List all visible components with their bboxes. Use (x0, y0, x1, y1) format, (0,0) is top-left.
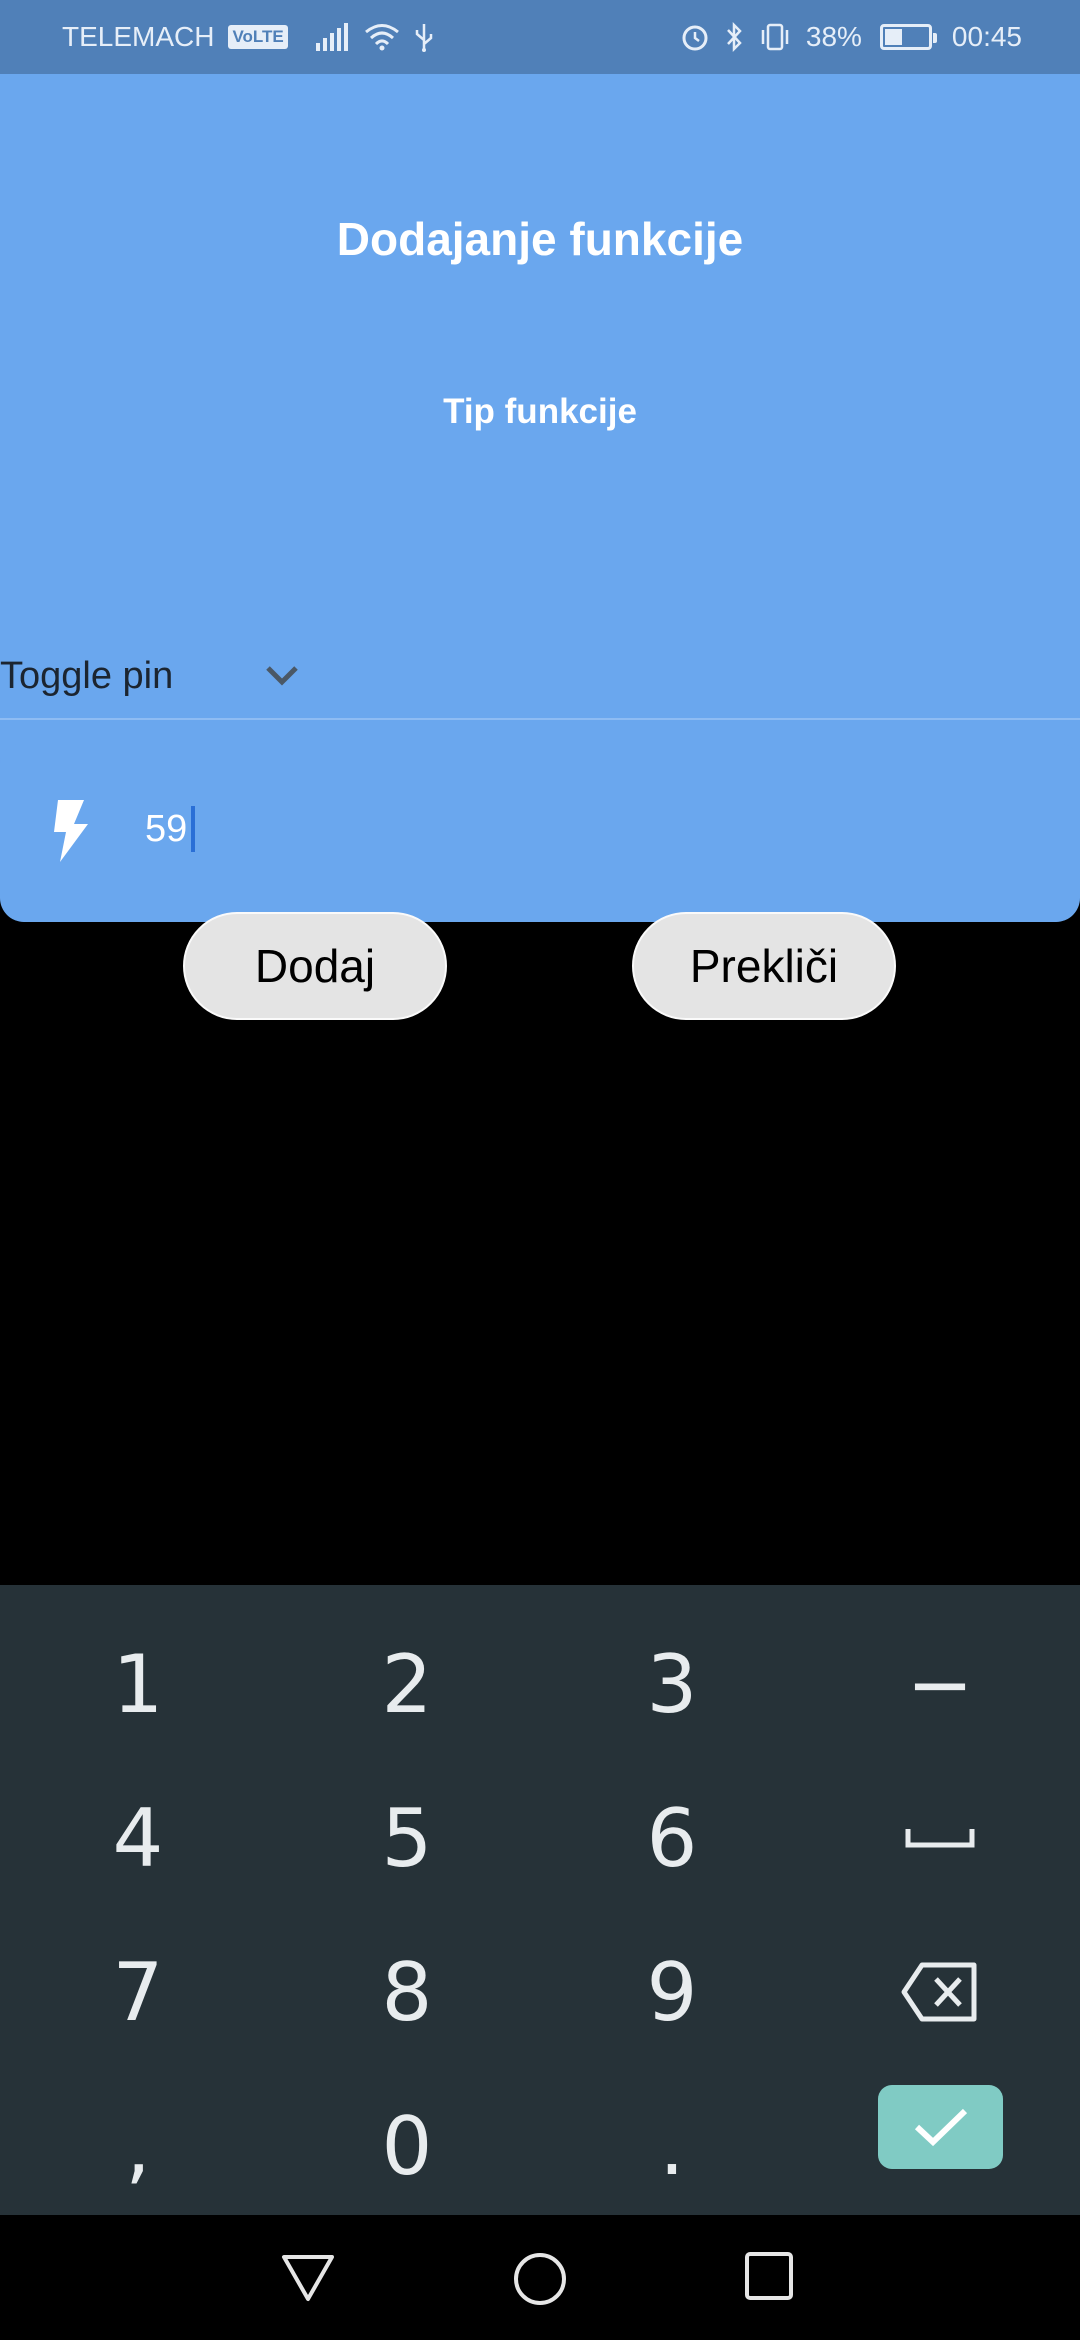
usb-icon (414, 22, 434, 52)
battery-percent: 38% (805, 21, 862, 52)
key-3[interactable]: 3 (537, 1607, 807, 1761)
function-type-dropdown[interactable]: Toggle pin (0, 634, 320, 718)
dropdown-value: Toggle pin (0, 654, 174, 697)
key-6[interactable]: 6 (537, 1761, 807, 1915)
carrier-name: TELEMACH (62, 21, 215, 52)
key-5[interactable]: 5 (272, 1761, 542, 1915)
key-1[interactable]: 1 (3, 1607, 273, 1761)
key-8[interactable]: 8 (272, 1915, 542, 2069)
wifi-icon (364, 23, 400, 51)
dialog-title: Dodajanje funkcije (336, 213, 744, 265)
key-dot[interactable]: . (537, 2069, 807, 2223)
signal-icon (315, 23, 350, 51)
done-button[interactable] (878, 2085, 1003, 2169)
alarm-icon (680, 22, 710, 52)
pin-number-input[interactable]: 59 (0, 744, 1080, 922)
input-text[interactable]: 59 (145, 806, 196, 852)
key-9[interactable]: 9 (537, 1915, 807, 2069)
key-space[interactable] (805, 1761, 1075, 1915)
bluetooth-icon (724, 22, 744, 52)
recents-icon[interactable] (744, 2251, 794, 2306)
key-0[interactable]: 0 (272, 2069, 542, 2223)
bolt-icon (52, 800, 90, 867)
text-caret (191, 806, 196, 852)
add-button[interactable]: Dodaj (183, 912, 447, 1020)
input-value: 59 (145, 807, 188, 850)
navigation-bar (0, 2215, 1080, 2340)
function-type-label: Tip funkcije (443, 392, 637, 431)
key-backspace[interactable] (805, 1915, 1075, 2069)
volte-badge: VoLTE (228, 25, 288, 49)
clock: 00:45 (951, 21, 1022, 52)
vibrate-icon (758, 22, 792, 52)
status-bar: TELEMACH VoLTE 38% 00:45 (0, 0, 1080, 74)
check-icon (914, 2108, 967, 2147)
home-icon[interactable] (512, 2251, 568, 2312)
status-right: 38% 00:45 (680, 21, 1022, 53)
backspace-icon (901, 1962, 977, 2022)
status-left: TELEMACH VoLTE (62, 21, 434, 53)
key-7[interactable]: 7 (3, 1915, 273, 2069)
key-2[interactable]: 2 (272, 1607, 542, 1761)
key-minus[interactable]: − (805, 1607, 1075, 1761)
battery-icon (879, 24, 937, 50)
back-icon[interactable] (280, 2251, 336, 2308)
battery-fill (884, 29, 902, 45)
key-4[interactable]: 4 (3, 1761, 273, 1915)
cancel-button[interactable]: Prekliči (632, 912, 896, 1020)
chevron-down-icon (262, 656, 302, 706)
key-comma[interactable]: , (3, 2069, 273, 2223)
function-dialog: Dodajanje funkcije Tip funkcije Toggle p… (0, 74, 1080, 922)
space-icon (905, 1829, 975, 1848)
divider (0, 718, 1080, 720)
